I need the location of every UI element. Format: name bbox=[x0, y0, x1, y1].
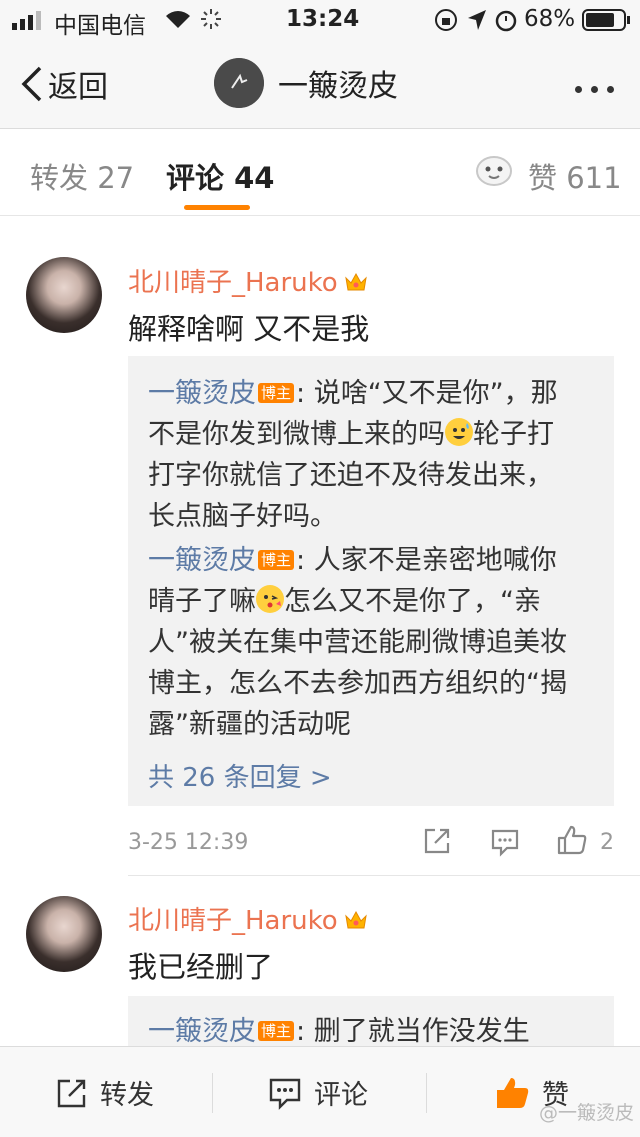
crown-badge-icon bbox=[344, 910, 367, 929]
status-bar: 中国电信 13:24 68% bbox=[0, 0, 640, 40]
reply-text-line: 晴子了嘛 bbox=[148, 586, 256, 617]
signal-icon bbox=[12, 10, 48, 36]
back-button[interactable]: 返回 bbox=[20, 62, 108, 106]
loading-icon bbox=[200, 8, 222, 36]
divider bbox=[212, 1073, 213, 1113]
tab-likes[interactable]: 赞 611 bbox=[528, 155, 622, 197]
wifi-icon bbox=[164, 8, 192, 36]
reply-text-line: : 删了就当作没发生 bbox=[296, 1016, 530, 1047]
comment-text: 我已经删了 bbox=[128, 950, 274, 984]
like-count: 2 bbox=[600, 830, 614, 855]
reply-text-line: 打字你就信了还迫不及待发出来， bbox=[148, 460, 553, 491]
orientation-lock-icon bbox=[434, 8, 458, 38]
chevron-left-icon bbox=[21, 66, 42, 102]
divider bbox=[426, 1073, 427, 1113]
reply-item[interactable]: 一簸烫皮 博主: 说啥“又不是你”，那 不是你发到微博上来的吗 轮子打 打字你就信了… bbox=[148, 373, 598, 537]
reply-text-line: 博主，怎么不去参加西方组织的“揭 bbox=[148, 668, 567, 699]
share-icon[interactable] bbox=[423, 827, 451, 855]
more-options-button[interactable] bbox=[566, 78, 614, 97]
comment-icon[interactable] bbox=[490, 827, 520, 857]
author-badge: 博主 bbox=[258, 550, 295, 570]
like-face-icon bbox=[476, 156, 512, 186]
repost-button[interactable]: 转发 bbox=[56, 1073, 154, 1112]
view-more-replies-link[interactable]: 共 26 条回复 > bbox=[148, 757, 332, 794]
avatar bbox=[214, 58, 264, 108]
reply-text-line: 人”被关在集中营还能刷微博追美妆 bbox=[148, 627, 567, 658]
comment-label: 评论 bbox=[314, 1080, 368, 1111]
reply-text-line: 长点脑子好吗。 bbox=[148, 501, 337, 532]
back-label: 返回 bbox=[48, 70, 108, 105]
nav-bar: 返回 一簸烫皮 bbox=[0, 40, 640, 129]
reply-text-line: : 说啥“又不是你”，那 bbox=[296, 378, 558, 409]
profile-title[interactable]: 一簸烫皮 bbox=[214, 58, 398, 108]
reply-item[interactable]: 一簸烫皮 博主: 人家不是亲密地喊你 晴子了嘛 怎么又不是你了，“亲 人”被关在集中… bbox=[148, 540, 598, 745]
comment-username[interactable]: 北川晴子_Haruko bbox=[128, 262, 368, 299]
kiss-emoji-icon bbox=[256, 585, 284, 613]
reply-text-line: 露”新疆的活动呢 bbox=[148, 709, 351, 740]
avatar[interactable] bbox=[26, 896, 102, 972]
tab-bar: 转发 27 评论 44 赞 611 bbox=[0, 129, 640, 216]
crown-badge-icon bbox=[344, 272, 367, 291]
location-icon bbox=[466, 8, 488, 38]
author-badge: 博主 bbox=[258, 1021, 295, 1041]
avatar[interactable] bbox=[26, 257, 102, 333]
reply-text-line: : 人家不是亲密地喊你 bbox=[296, 545, 557, 576]
tab-comments[interactable]: 评论 44 bbox=[166, 155, 274, 197]
repost-label: 转发 bbox=[100, 1080, 154, 1111]
author-badge: 博主 bbox=[258, 383, 295, 403]
reply-text-line: 怎么又不是你了，“亲 bbox=[284, 586, 541, 617]
watermark: @一簸烫皮 bbox=[538, 1102, 634, 1124]
sweat-smile-emoji-icon bbox=[445, 418, 473, 446]
comment-icon bbox=[269, 1078, 301, 1110]
comment-button[interactable]: 评论 bbox=[268, 1073, 368, 1112]
reply-author[interactable]: 一簸烫皮 bbox=[148, 1016, 256, 1047]
reply-author[interactable]: 一簸烫皮 bbox=[148, 378, 256, 409]
reply-author[interactable]: 一簸烫皮 bbox=[148, 545, 256, 576]
battery-icon bbox=[582, 9, 632, 37]
thumbs-up-icon[interactable] bbox=[556, 824, 588, 856]
page-title: 一簸烫皮 bbox=[278, 69, 398, 104]
reply-text-line: 轮子打 bbox=[473, 419, 554, 450]
tab-repost[interactable]: 转发 27 bbox=[30, 155, 134, 197]
active-tab-indicator bbox=[184, 205, 250, 210]
comment-text: 解释啥啊 又不是我 bbox=[128, 312, 370, 346]
reply-text-line: 不是你发到微博上来的吗 bbox=[148, 419, 445, 450]
comment-timestamp: 3-25 12:39 bbox=[128, 830, 249, 855]
battery-percent: 68% bbox=[524, 6, 576, 32]
clock: 13:24 bbox=[286, 6, 360, 32]
repost-icon bbox=[57, 1079, 86, 1107]
thumbs-up-icon bbox=[497, 1077, 529, 1108]
comment-username[interactable]: 北川晴子_Haruko bbox=[128, 900, 368, 937]
carrier-label: 中国电信 bbox=[54, 13, 146, 39]
alarm-icon bbox=[494, 8, 518, 38]
divider bbox=[128, 875, 640, 876]
